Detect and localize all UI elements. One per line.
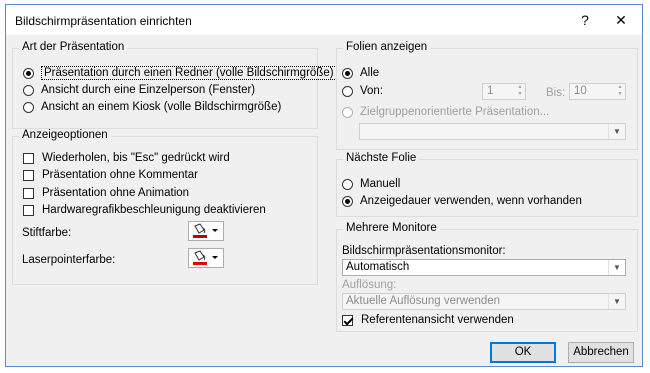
group-label-multiple-monitors: Mehrere Monitore: [343, 222, 440, 234]
laser-color-picker[interactable]: [188, 248, 224, 268]
radio-button[interactable]: [342, 178, 353, 190]
radio-label: Manuell: [360, 178, 401, 190]
radio-label: Präsentation durch einen Redner (volle B…: [41, 66, 337, 80]
radio-use-timings[interactable]: Anzeigedauer verwenden, wenn vorhanden: [342, 195, 582, 207]
pen-color-label: Stiftfarbe:: [22, 227, 72, 239]
checkbox-label: Präsentation ohne Animation: [42, 187, 190, 199]
spinner-arrows-icon[interactable]: ▲ ▼: [515, 84, 525, 99]
close-icon[interactable]: ✕: [609, 10, 633, 30]
checkbox-no-animation[interactable]: Präsentation ohne Animation: [23, 187, 189, 199]
group-label-advance-slides: Nächste Folie: [343, 152, 420, 164]
checkbox-label: Präsentation ohne Kommentar: [42, 169, 198, 181]
custom-show-dropdown[interactable]: ▼: [359, 123, 626, 140]
title-bar: Bildschirmpräsentation einrichten ? ✕: [6, 5, 642, 35]
radio-label: Zielgruppenorientierte Präsentation...: [360, 106, 550, 118]
radio-label: Von:: [360, 85, 384, 97]
resolution-dropdown[interactable]: Aktuelle Auflösung verwenden ▼: [342, 293, 626, 310]
paint-bucket-icon: [193, 250, 218, 265]
checkbox[interactable]: [23, 187, 34, 199]
help-icon[interactable]: ?: [573, 10, 597, 30]
monitor-label: Bildschirmpräsentationsmonitor:: [342, 245, 506, 257]
chevron-down-icon: ▼: [608, 294, 625, 309]
radio-label: Alle: [360, 67, 380, 79]
radio-label: Ansicht an einem Kiosk (volle Bildschirm…: [41, 101, 282, 113]
chevron-down-icon: ▼: [608, 124, 625, 139]
window-title: Bildschirmpräsentation einrichten: [15, 14, 192, 28]
from-value: 1: [487, 85, 494, 97]
radio-button[interactable]: [342, 195, 353, 207]
cancel-button[interactable]: Abbrechen: [568, 342, 634, 363]
monitor-value: Automatisch: [346, 261, 410, 273]
spinner-arrows-icon[interactable]: ▲ ▼: [615, 84, 625, 99]
radio-all-slides[interactable]: Alle: [342, 67, 379, 79]
radio-from-slides[interactable]: Von:: [342, 85, 383, 97]
to-spinner[interactable]: 10 ▲ ▼: [569, 83, 626, 100]
radio-kiosk[interactable]: Ansicht an einem Kiosk (volle Bildschirm…: [23, 101, 281, 113]
radio-button[interactable]: [23, 84, 34, 96]
radio-label: Ansicht durch eine Einzelperson (Fenster…: [41, 84, 256, 96]
checkbox-disable-hw-accel[interactable]: Hardwaregrafikbeschleunigung deaktiviere…: [23, 204, 266, 216]
setup-slideshow-dialog: Bildschirmpräsentation einrichten ? ✕ Ar…: [5, 4, 643, 367]
chevron-down-icon: ▼: [608, 260, 625, 275]
radio-button[interactable]: [342, 85, 353, 97]
resolution-value: Aktuelle Auflösung verwenden: [346, 295, 501, 307]
radio-button[interactable]: [23, 67, 34, 79]
checkbox-label: Referentenansicht verwenden: [361, 314, 514, 326]
radio-label: Anzeigedauer verwenden, wenn vorhanden: [360, 195, 582, 207]
checkbox-loop[interactable]: Wiederholen, bis "Esc" gedrückt wird: [23, 152, 230, 164]
radio-presenter[interactable]: Präsentation durch einen Redner (volle B…: [23, 66, 337, 80]
checkbox-presenter-view[interactable]: Referentenansicht verwenden: [342, 314, 514, 326]
to-value: 10: [574, 85, 587, 97]
checkbox-label: Wiederholen, bis "Esc" gedrückt wird: [42, 152, 230, 164]
laser-color-label: Laserpointerfarbe:: [22, 254, 116, 266]
checkbox-no-narration[interactable]: Präsentation ohne Kommentar: [23, 169, 198, 181]
checkbox[interactable]: [23, 152, 34, 164]
radio-individual[interactable]: Ansicht durch eine Einzelperson (Fenster…: [23, 84, 255, 96]
radio-button[interactable]: [342, 67, 353, 79]
ok-button[interactable]: OK: [490, 342, 556, 363]
to-label: Bis:: [546, 87, 566, 99]
radio-manual[interactable]: Manuell: [342, 178, 400, 190]
monitor-dropdown[interactable]: Automatisch ▼: [342, 259, 626, 276]
checkbox-label: Hardwaregrafikbeschleunigung deaktiviere…: [42, 204, 266, 216]
group-label-presentation-type: Art der Präsentation: [19, 41, 128, 53]
checkbox[interactable]: [23, 169, 34, 181]
pen-color-picker[interactable]: [188, 221, 224, 241]
checkbox[interactable]: [342, 314, 353, 326]
checkbox[interactable]: [23, 204, 34, 216]
group-label-show-slides: Folien anzeigen: [343, 41, 431, 53]
radio-button[interactable]: [23, 101, 34, 113]
group-label-display-options: Anzeigeoptionen: [19, 129, 111, 141]
paint-bucket-icon: [193, 223, 218, 238]
from-spinner[interactable]: 1 ▲ ▼: [482, 83, 526, 100]
resolution-label: Auflösung:: [342, 279, 397, 291]
radio-button[interactable]: [342, 106, 353, 118]
radio-custom-show[interactable]: Zielgruppenorientierte Präsentation...: [342, 106, 549, 118]
